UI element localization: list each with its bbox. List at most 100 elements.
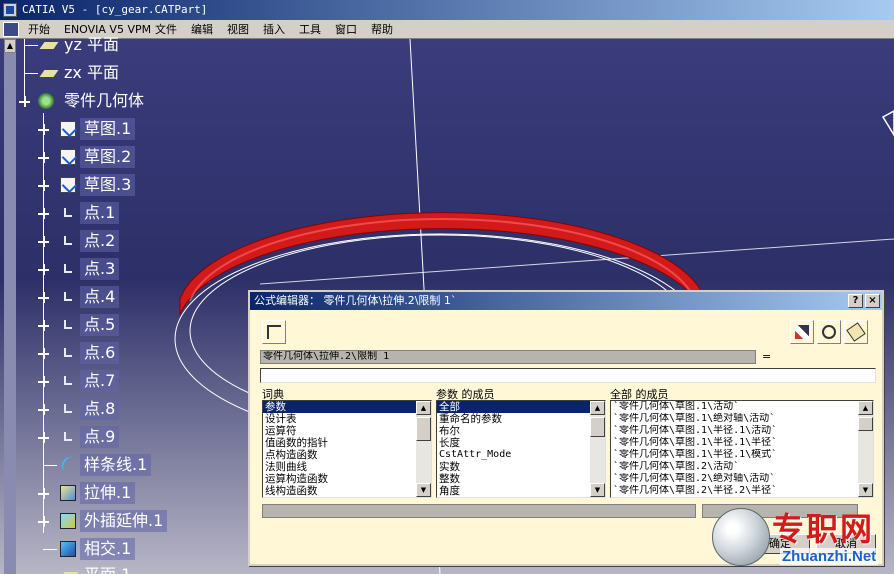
list-item[interactable]: 实数: [437, 461, 605, 473]
expand-icon[interactable]: [38, 376, 49, 387]
expand-icon[interactable]: [38, 404, 49, 415]
expand-icon[interactable]: [38, 152, 49, 163]
erase-button[interactable]: [844, 320, 868, 344]
menu-view[interactable]: 视图: [227, 22, 249, 37]
point-icon: [64, 292, 72, 301]
body-icon: [38, 93, 54, 109]
expand-icon[interactable]: [38, 488, 49, 499]
tree-connector-root: [24, 39, 25, 99]
window-title: CATIA V5 - [cy_gear.CATPart]: [22, 3, 208, 16]
menu-start[interactable]: 开始: [28, 22, 50, 37]
scroll-down-button[interactable]: ▼: [590, 483, 605, 497]
menu-window[interactable]: 窗口: [335, 22, 357, 37]
list-item[interactable]: 整数: [437, 473, 605, 485]
dialog-title: 公式编辑器： 零件几何体\拉伸.2\限制 1`: [254, 294, 457, 307]
menu-file[interactable]: 文件: [155, 22, 177, 37]
point-icon: [64, 236, 72, 245]
scroll-up-button[interactable]: ▲: [858, 401, 873, 415]
plane-icon: [39, 70, 59, 77]
expand-icon[interactable]: [38, 264, 49, 275]
formula-mode-button[interactable]: [262, 320, 286, 344]
expand-icon[interactable]: [38, 292, 49, 303]
point-icon: [64, 348, 72, 357]
site-watermark: 专职网 Zhuanzhi.Net: [712, 500, 894, 574]
comment-button[interactable]: [817, 320, 841, 344]
scroll-thumb[interactable]: [858, 417, 873, 431]
list-item[interactable]: 法则曲线: [263, 461, 431, 473]
expand-icon[interactable]: [38, 348, 49, 359]
list-item[interactable]: CstAttr_Mode: [437, 449, 605, 461]
watermark-cn-text: 专职网: [772, 510, 875, 548]
menu-help[interactable]: 帮助: [371, 22, 393, 37]
list-item[interactable]: `零件几何体\草图.1\半径.1\活动`: [611, 425, 873, 437]
list-item[interactable]: `零件几何体\草图.2\活动`: [611, 461, 873, 473]
help-button[interactable]: ?: [848, 294, 863, 308]
pad-icon: [60, 485, 76, 501]
measure-button[interactable]: [790, 320, 814, 344]
menu-tools[interactable]: 工具: [299, 22, 321, 37]
close-button[interactable]: ×: [865, 294, 880, 308]
extrapolate-icon: [60, 513, 76, 529]
expand-icon[interactable]: [38, 432, 49, 443]
expand-icon[interactable]: [38, 180, 49, 191]
list-item[interactable]: `零件几何体\草图.1\绝对轴\活动`: [611, 413, 873, 425]
speech-bubble-icon: [822, 325, 836, 339]
scroll-thumb[interactable]: [590, 417, 605, 437]
expand-icon[interactable]: [38, 516, 49, 527]
list-item[interactable]: 长度: [437, 437, 605, 449]
list-item[interactable]: 运算符: [263, 425, 431, 437]
soccer-ball-logo-icon: [712, 508, 770, 566]
list-item[interactable]: `零件几何体\草图.2\半径.2\半径`: [611, 485, 873, 497]
dictionary-list[interactable]: 参数 设计表 运算符 值函数的指针 点构造函数 法则曲线 运算构造函数 线构造函…: [262, 400, 432, 498]
list-item[interactable]: 重命名的参数: [437, 413, 605, 425]
formula-input[interactable]: [260, 368, 876, 383]
scroll-down-button[interactable]: ▼: [858, 483, 873, 497]
equals-label: =: [762, 350, 772, 363]
list-item[interactable]: 全部: [437, 401, 605, 413]
all-members-scrollbar[interactable]: ▲ ▼: [858, 401, 873, 497]
expand-icon[interactable]: [19, 96, 30, 107]
list-item[interactable]: `零件几何体\草图.1\半径.1\模式`: [611, 449, 873, 461]
window-title-bar: CATIA V5 - [cy_gear.CATPart]: [0, 0, 894, 20]
list-item[interactable]: 角度: [437, 485, 605, 497]
expand-icon[interactable]: [38, 236, 49, 247]
dictionary-scrollbar[interactable]: ▲ ▼: [416, 401, 431, 497]
list-item[interactable]: 参数: [263, 401, 431, 413]
list-item[interactable]: 运算构造函数: [263, 473, 431, 485]
all-members-list[interactable]: `零件几何体\草图.1\活动` `零件几何体\草图.1\绝对轴\活动` `零件几…: [610, 400, 874, 498]
eraser-icon: [846, 322, 866, 342]
axis-line-horizontal: [259, 238, 894, 285]
scroll-up-button[interactable]: ▲: [590, 401, 605, 415]
sketch-icon: [60, 149, 76, 165]
document-menu-icon[interactable]: [3, 22, 19, 37]
list-item[interactable]: `零件几何体\草图.1\半径.1\半径`: [611, 437, 873, 449]
list-item[interactable]: `零件几何体\草图.1\活动`: [611, 401, 873, 413]
list-item[interactable]: `零件几何体\草图.2\绝对轴\活动`: [611, 473, 873, 485]
point-icon: [64, 432, 72, 441]
spline-icon: [58, 454, 80, 476]
sketch-icon: [60, 121, 76, 137]
members-list[interactable]: 全部 重命名的参数 布尔 长度 CstAttr_Mode 实数 整数 角度 ▲ …: [436, 400, 606, 498]
list-item[interactable]: 布尔: [437, 425, 605, 437]
point-icon: [64, 320, 72, 329]
scroll-up-button[interactable]: ▲: [416, 401, 431, 415]
list-item[interactable]: 线构造函数: [263, 485, 431, 497]
list-item[interactable]: 值函数的指针: [263, 437, 431, 449]
expand-icon[interactable]: [38, 208, 49, 219]
compass-fragment[interactable]: [881, 110, 894, 137]
point-icon: [64, 376, 72, 385]
catia-app-icon[interactable]: [3, 3, 17, 17]
members-scrollbar[interactable]: ▲ ▼: [590, 401, 605, 497]
intersect-icon: [60, 541, 76, 557]
list-item[interactable]: 点构造函数: [263, 449, 431, 461]
scroll-down-button[interactable]: ▼: [416, 483, 431, 497]
menu-edit[interactable]: 编辑: [191, 22, 213, 37]
expand-icon[interactable]: [38, 124, 49, 135]
point-icon: [64, 208, 72, 217]
list-item[interactable]: 设计表: [263, 413, 431, 425]
dialog-title-bar: 公式编辑器： 零件几何体\拉伸.2\限制 1` ? ×: [250, 292, 882, 310]
menu-insert[interactable]: 插入: [263, 22, 285, 37]
expand-icon[interactable]: [38, 320, 49, 331]
measure-icon: [795, 325, 809, 339]
scroll-thumb[interactable]: [416, 417, 431, 441]
